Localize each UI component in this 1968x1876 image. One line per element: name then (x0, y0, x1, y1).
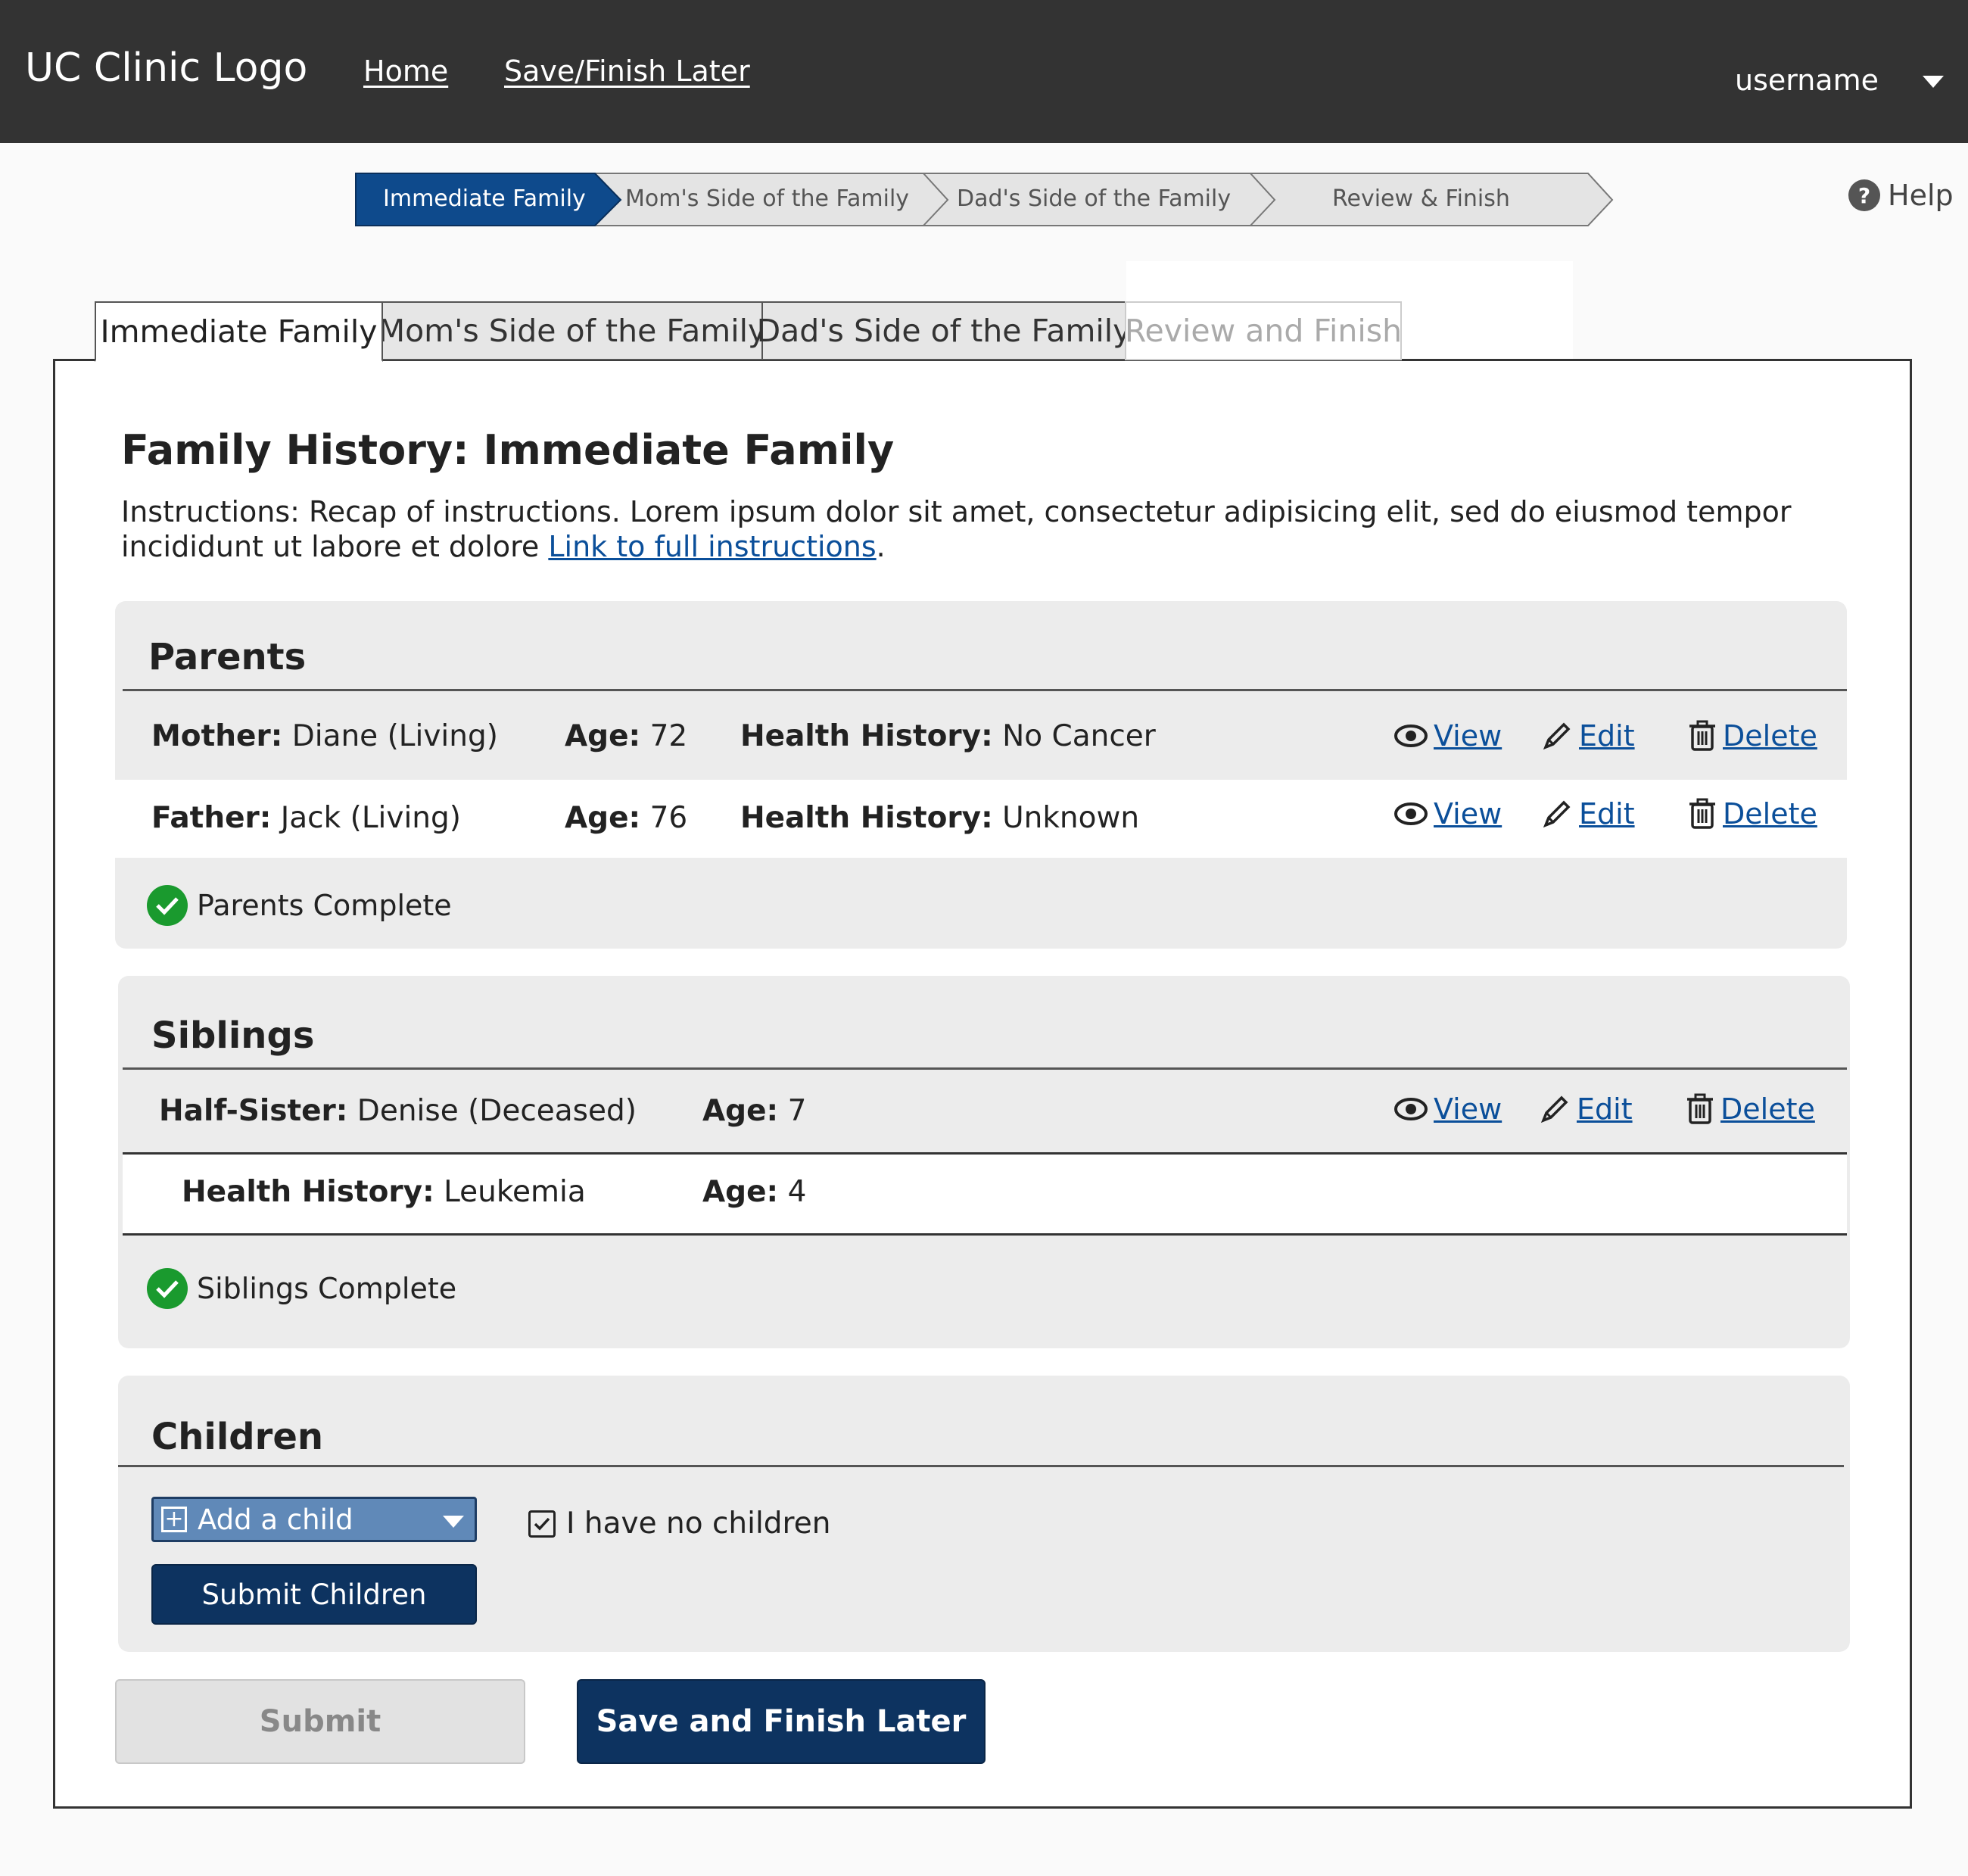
step-moms-side[interactable]: Mom's Side of the Family (625, 185, 909, 212)
edit-mother-link[interactable]: Edit (1541, 719, 1635, 753)
help-link[interactable]: ? Help (1848, 179, 1954, 212)
divider (123, 689, 1847, 691)
divider (118, 1465, 1844, 1467)
parent-health-history: Health History: No Cancer (740, 719, 1156, 753)
sibling-name: Half-Sister: Denise (Deceased) (159, 1094, 637, 1128)
delete-mother-link[interactable]: Delete (1688, 719, 1817, 753)
instructions-text: Instructions: Recap of instructions. Lor… (121, 495, 1792, 563)
question-icon: ? (1848, 179, 1880, 211)
parent-name: Father: Jack (Living) (151, 801, 461, 835)
view-father-link[interactable]: View (1394, 797, 1502, 830)
tab-review-finish: Review and Finish (1125, 301, 1402, 360)
delete-father-link[interactable]: Delete (1688, 797, 1817, 830)
instructions: Instructions: Recap of instructions. Lor… (121, 494, 1862, 564)
parents-heading: Parents (148, 636, 307, 678)
divider (123, 1067, 1847, 1070)
parent-health-history: Health History: Unknown (740, 801, 1140, 835)
sibling-detail-age: Age: 4 (702, 1175, 807, 1209)
sibling-age: Age: 7 (702, 1094, 807, 1128)
check-circle-icon (147, 1268, 188, 1309)
view-sibling-link[interactable]: View (1394, 1092, 1502, 1126)
tab-dads-side[interactable]: Dad's Side of the Family (757, 301, 1131, 360)
delete-sibling-link[interactable]: Delete (1686, 1092, 1815, 1126)
tab-immediate-family[interactable]: Immediate Family (95, 301, 383, 362)
submit-button[interactable]: Submit (115, 1679, 525, 1764)
instructions-suffix: . (876, 530, 886, 563)
parent-age: Age: 72 (565, 719, 688, 753)
edit-sibling-link[interactable]: Edit (1539, 1092, 1633, 1126)
help-label: Help (1888, 179, 1954, 212)
trash-icon (1689, 798, 1715, 829)
step-review-finish[interactable]: Review & Finish (1332, 185, 1510, 212)
view-mother-link[interactable]: View (1394, 719, 1502, 753)
progress-stepper: Immediate Family Mom's Side of the Famil… (0, 0, 1968, 242)
full-instructions-link[interactable]: Link to full instructions (548, 530, 876, 563)
checkbox-checked-icon[interactable] (528, 1510, 556, 1538)
save-finish-later-button[interactable]: Save and Finish Later (577, 1679, 986, 1764)
add-child-label: Add a child (198, 1503, 353, 1536)
siblings-heading: Siblings (151, 1014, 315, 1057)
edit-father-link[interactable]: Edit (1541, 797, 1635, 830)
eye-icon (1394, 725, 1428, 747)
parent-name: Mother: Diane (Living) (151, 719, 498, 753)
trash-icon (1687, 1093, 1713, 1124)
add-child-dropdown[interactable]: + Add a child (151, 1497, 477, 1542)
plus-square-icon: + (161, 1507, 187, 1532)
submit-children-button[interactable]: Submit Children (151, 1564, 477, 1625)
parents-complete-status: Parents Complete (147, 885, 452, 926)
tab-moms-side[interactable]: Mom's Side of the Family (378, 301, 766, 360)
siblings-complete-status: Siblings Complete (147, 1268, 456, 1309)
step-immediate-family[interactable]: Immediate Family (383, 185, 586, 212)
no-children-checkbox[interactable]: I have no children (528, 1507, 830, 1541)
trash-icon (1689, 720, 1715, 751)
check-circle-icon (147, 885, 188, 926)
parent-age: Age: 76 (565, 801, 688, 835)
no-children-label: I have no children (566, 1507, 831, 1541)
chevron-down-icon (443, 1516, 464, 1528)
pencil-icon (1540, 1095, 1568, 1123)
step-dads-side[interactable]: Dad's Side of the Family (957, 185, 1231, 212)
pencil-icon (1543, 722, 1571, 750)
children-heading: Children (151, 1416, 324, 1458)
page-title: Family History: Immediate Family (121, 426, 895, 474)
eye-icon (1394, 1098, 1428, 1120)
sibling-health-history: Health History: Leukemia (182, 1175, 586, 1209)
pencil-icon (1543, 800, 1571, 828)
eye-icon (1394, 802, 1428, 825)
